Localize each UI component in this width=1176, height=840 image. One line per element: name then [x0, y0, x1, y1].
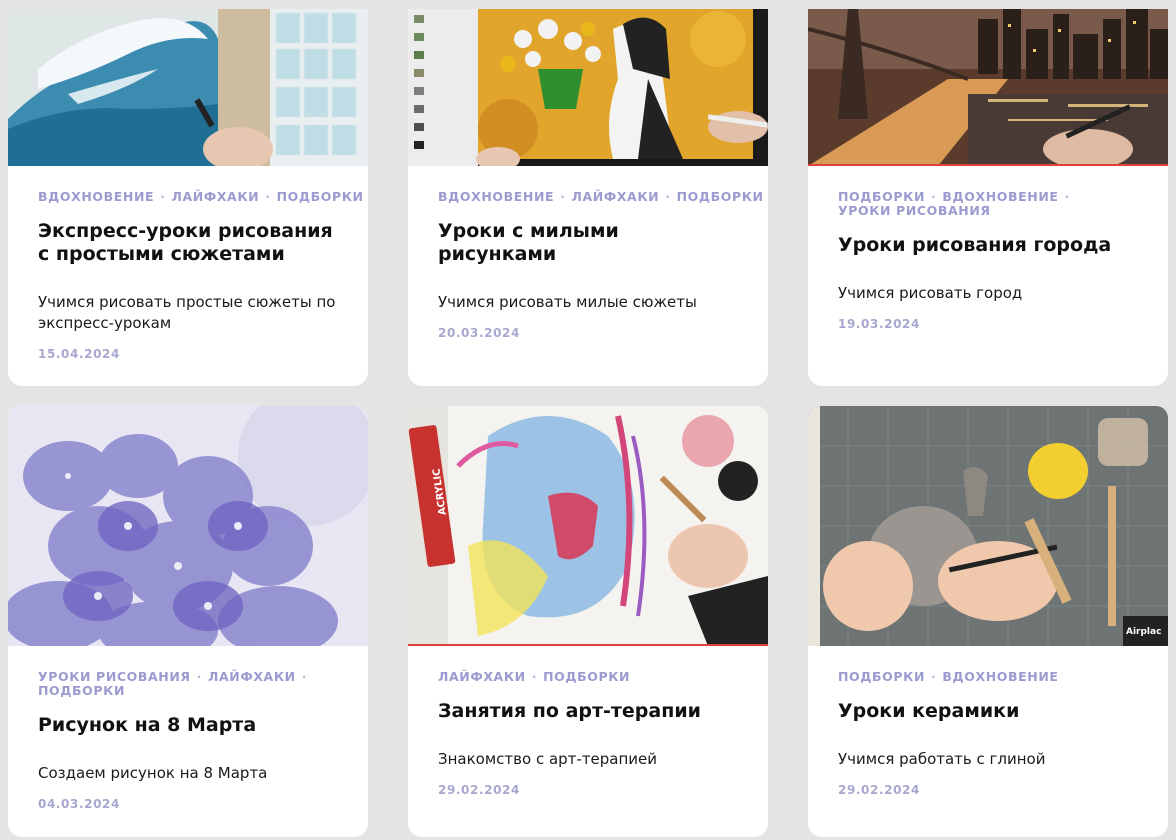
tag-link[interactable]: ВДОХНОВЕНИЕ	[438, 189, 554, 204]
watercolor-wave-image[interactable]	[8, 9, 368, 166]
tag-link[interactable]: ПОДБОРКИ	[277, 189, 364, 204]
city-bridge-image[interactable]	[808, 9, 1168, 166]
article-card[interactable]: ПОДБОРКИ · ВДОХНОВЕНИЕ · УРОКИ РИСОВАНИЯ Уро…	[808, 9, 1168, 386]
article-card[interactable]: ACRYLIC ЛАЙФХАКИ · ПОДБОРКИ Занятия по арт…	[408, 406, 768, 837]
card-description: Создаем рисунок на 8 Марта	[38, 764, 268, 782]
article-card[interactable]: ВДОХНОВЕНИЕ · ЛАЙФХАКИ · ПОДБОРКИ Уроки с ми…	[408, 9, 768, 386]
card-date: 20.03.2024	[438, 326, 520, 340]
tag-list: ПОДБОРКИ · ВДОХНОВЕНИЕ	[838, 669, 1059, 684]
card-title[interactable]: Уроки керамики	[838, 700, 1138, 723]
tag-link[interactable]: ЛАЙФХАКИ	[438, 669, 526, 684]
card-title[interactable]: Экспресс-уроки рисования с простыми сюже…	[38, 220, 338, 266]
card-title[interactable]: Занятия по арт-терапии	[438, 700, 738, 723]
tag-list: ВДОХНОВЕНИЕ · ЛАЙФХАКИ · ПОДБОРКИ	[438, 189, 764, 204]
card-title[interactable]: Рисунок на 8 Марта	[38, 714, 338, 737]
abstract-face-painting-image[interactable]: ACRYLIC	[408, 406, 768, 646]
tag-list: ЛАЙФХАКИ · ПОДБОРКИ	[438, 669, 631, 684]
clay-pack-label: Airplac	[1126, 627, 1161, 637]
card-description: Учимся рисовать милые сюжеты	[438, 293, 697, 311]
tag-link[interactable]: ПОДБОРКИ	[838, 189, 925, 204]
tag-link[interactable]: ЛАЙФХАКИ	[208, 669, 296, 684]
article-card[interactable]: ВДОХНОВЕНИЕ · ЛАЙФХАКИ · ПОДБОРКИ Экспресс-у…	[8, 9, 368, 386]
tag-link[interactable]: ВДОХНОВЕНИЕ	[942, 669, 1058, 684]
card-date: 04.03.2024	[38, 797, 120, 811]
tag-link[interactable]: ВДОХНОВЕНИЕ	[942, 189, 1058, 204]
tag-link[interactable]: ПОДБОРКИ	[38, 683, 125, 698]
tag-link[interactable]: ЛАЙФХАКИ	[572, 189, 660, 204]
article-card[interactable]: Airplac ПОДБОРКИ · ВДОХНОВЕНИЕ Уроки керам…	[808, 406, 1168, 837]
card-description: Знакомство с арт-терапией	[438, 750, 658, 768]
tag-link[interactable]: УРОКИ РИСОВАНИЯ	[38, 669, 191, 684]
tag-list: ВДОХНОВЕНИЕ · ЛАЙФХАКИ · ПОДБОРКИ	[38, 189, 364, 204]
article-card[interactable]: УРОКИ РИСОВАНИЯ · ЛАЙФХАКИ · ПОДБОРКИ Рисуно…	[8, 406, 368, 837]
ceramics-clay-image[interactable]: Airplac	[808, 406, 1168, 646]
card-date: 19.03.2024	[838, 317, 920, 331]
card-date: 15.04.2024	[38, 347, 120, 361]
card-description: Учимся работать с глиной	[838, 750, 1046, 768]
tag-list: УРОКИ РИСОВАНИЯ · ЛАЙФХАКИ · ПОДБОРКИ	[38, 669, 308, 698]
tag-link[interactable]: ПОДБОРКИ	[677, 189, 764, 204]
hydrangea-image[interactable]	[8, 406, 368, 646]
tag-link[interactable]: ПОДБОРКИ	[838, 669, 925, 684]
card-title[interactable]: Уроки с милыми рисунками	[438, 220, 738, 266]
card-date: 29.02.2024	[438, 783, 520, 797]
tag-link[interactable]: ЛАЙФХАКИ	[172, 189, 260, 204]
tag-link[interactable]: ВДОХНОВЕНИЕ	[38, 189, 154, 204]
tag-link[interactable]: УРОКИ РИСОВАНИЯ	[838, 203, 991, 218]
card-description: Учимся рисовать простые сюжеты по экспре…	[38, 293, 336, 332]
tag-link[interactable]: ПОДБОРКИ	[543, 669, 630, 684]
dog-and-flowers-image[interactable]	[408, 9, 768, 166]
card-description: Учимся рисовать город	[838, 284, 1023, 302]
card-date: 29.02.2024	[838, 783, 920, 797]
card-title[interactable]: Уроки рисования города	[838, 234, 1138, 257]
tag-list: ПОДБОРКИ · ВДОХНОВЕНИЕ · УРОКИ РИСОВАНИЯ	[838, 189, 1070, 218]
